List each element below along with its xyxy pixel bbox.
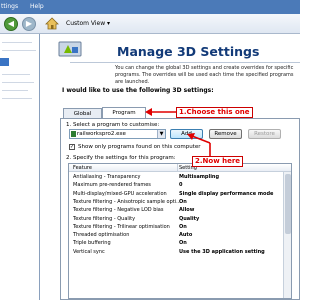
home-icon[interactable]	[45, 17, 59, 30]
settings-section-label: I would like to use the following 3D set…	[62, 87, 214, 94]
show-only-checkbox[interactable]: ✓	[69, 144, 75, 150]
page-header: Manage 3D Settings You can change the gl…	[40, 34, 300, 85]
menu-item-help[interactable]: Help	[30, 3, 44, 10]
table-row[interactable]: Multi-display/mixed-GPU acceleration Sing…	[69, 190, 281, 198]
tree-item[interactable]	[2, 50, 36, 51]
column-header-feature[interactable]: Feature	[73, 165, 92, 171]
select-program-label: 1. Select a program to customise:	[66, 122, 160, 128]
table-row[interactable]: Texture filtering - Anisotropic sample o…	[69, 198, 281, 206]
forward-arrow-icon[interactable]: ▶	[22, 17, 36, 31]
table-row[interactable]: Triple buffering On	[69, 239, 281, 247]
tree-item-selected[interactable]	[0, 58, 9, 66]
table-row[interactable]: Threaded optimisation Auto	[69, 231, 281, 239]
program-select[interactable]: railworkspro2.exe ▼	[69, 129, 166, 139]
table-header: Feature Setting	[69, 164, 291, 172]
table-row[interactable]: Texture filtering - Negative LOD bias All…	[69, 206, 281, 214]
table-row[interactable]: Maximum pre-rendered frames 0	[69, 181, 281, 189]
annotation-choose-this-one: 1.Choose this one	[176, 107, 253, 118]
page-title: Manage 3D Settings	[117, 44, 260, 59]
restore-button[interactable]: Restore	[248, 129, 281, 139]
specify-settings-label: 2. Specify the settings for this program…	[66, 155, 176, 161]
add-button[interactable]: Add	[170, 129, 203, 139]
scrollbar-thumb[interactable]	[285, 174, 291, 234]
program-icon	[71, 131, 76, 137]
sidebar-tree	[0, 34, 40, 300]
settings-table: Feature Setting Antialiasing - Transpare…	[68, 163, 292, 299]
tree-item[interactable]	[2, 90, 28, 91]
chevron-down-icon[interactable]: ▼	[157, 130, 165, 138]
table-row[interactable]: Texture filtering - Trilinear optimisati…	[69, 223, 281, 231]
tree-item[interactable]	[2, 74, 30, 75]
show-only-label: Show only programs found on this compute…	[78, 144, 201, 150]
tree-item[interactable]	[2, 98, 32, 99]
table-row[interactable]: Vertical sync Use the 3D application sett…	[69, 248, 281, 256]
menu-bar: ttings Help	[0, 0, 300, 14]
tree-item[interactable]	[2, 42, 32, 43]
table-row[interactable]: Texture filtering - Quality Quality	[69, 215, 281, 223]
remove-button[interactable]: Remove	[209, 129, 242, 139]
menu-item-settings[interactable]: ttings	[1, 3, 18, 10]
page-description: You can change the global 3D settings an…	[115, 65, 294, 85]
toolbar: ◀ ▶ Custom View ▾	[0, 14, 300, 34]
table-row[interactable]: Antialiasing - Transparency Multisampling	[69, 173, 281, 181]
custom-view-button[interactable]: Custom View ▾	[66, 18, 110, 30]
table-scrollbar[interactable]	[283, 172, 291, 298]
back-arrow-icon[interactable]: ◀	[4, 17, 18, 31]
tree-item[interactable]	[2, 82, 34, 83]
3d-settings-icon	[58, 41, 82, 57]
annotation-now-here: 2.Now here	[192, 156, 244, 167]
program-select-value: railworkspro2.exe	[77, 131, 126, 137]
header-divider	[70, 62, 300, 63]
